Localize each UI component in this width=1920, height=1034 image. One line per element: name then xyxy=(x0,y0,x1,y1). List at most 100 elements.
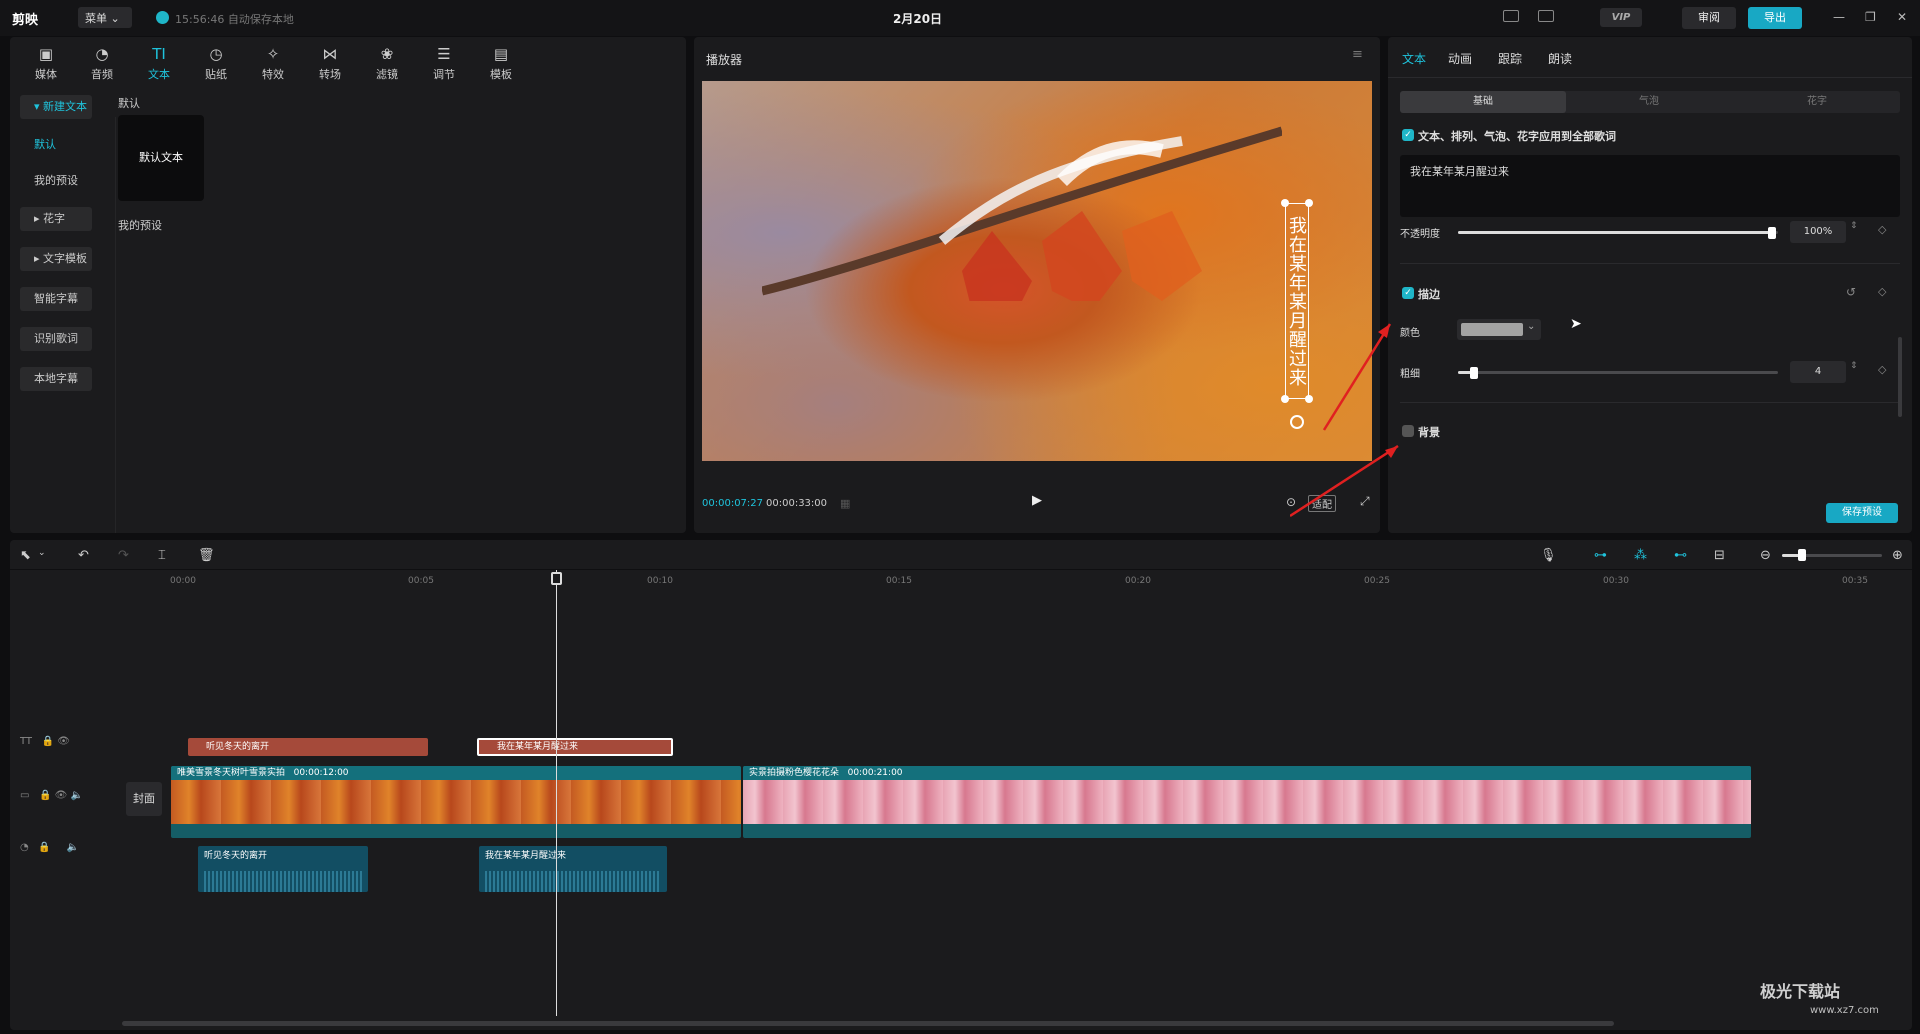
delete-icon[interactable]: 🗑 xyxy=(198,548,215,563)
clip-label: 我在某年某月醒过来 xyxy=(497,742,579,752)
zoom-slider-knob[interactable] xyxy=(1798,549,1806,561)
eye-icon[interactable]: 👁 xyxy=(55,790,68,801)
auto-snap-icon[interactable]: ⊶ xyxy=(1594,548,1607,563)
stepper-icon[interactable]: ⇕ xyxy=(1850,221,1858,231)
text-icon: TI xyxy=(152,45,166,63)
sidebar-item-lyric-recognition[interactable]: 识别歌词 xyxy=(20,327,92,351)
redo-icon[interactable]: ↷ xyxy=(118,548,129,563)
save-preset-button[interactable]: 保存预设 xyxy=(1826,503,1898,523)
segment-basic[interactable]: 基础 xyxy=(1400,91,1566,113)
tool-text[interactable]: TI 文本 xyxy=(131,45,187,82)
clip-duration: 00:00:12:00 xyxy=(293,768,349,778)
text-content-input[interactable]: 我在某年某月醒过来 xyxy=(1400,155,1900,217)
branch-image xyxy=(762,126,1282,301)
tool-sticker[interactable]: ◷ 贴纸 xyxy=(188,45,244,82)
restore-icon[interactable]: ❐ xyxy=(1865,10,1876,24)
volume-icon[interactable]: 🔈 xyxy=(67,842,79,853)
tool-template[interactable]: ▤ 模板 xyxy=(473,45,529,82)
align-icon[interactable]: ⊟ xyxy=(1714,548,1725,563)
tool-effects[interactable]: ✧ 特效 xyxy=(245,45,301,82)
playhead-handle[interactable] xyxy=(551,572,562,585)
sidebar-item-smart-subtitle[interactable]: 智能字幕 xyxy=(20,287,92,311)
keyframe-icon[interactable]: ◇ xyxy=(1878,363,1886,376)
menu-button[interactable]: 菜单 ⌄ xyxy=(78,7,132,28)
text-clip[interactable]: 听见冬天的离开 xyxy=(188,738,428,756)
lock-icon[interactable]: 🔒 xyxy=(42,736,54,747)
tool-transition[interactable]: ⋈ 转场 xyxy=(302,45,358,82)
play-button[interactable]: ▶ xyxy=(1032,493,1042,508)
tab-text[interactable]: 文本 xyxy=(1402,50,1426,67)
sidebar-item-default[interactable]: 默认 xyxy=(20,133,92,157)
tool-filter[interactable]: ❀ 滤镜 xyxy=(359,45,415,82)
vip-badge[interactable]: VIP xyxy=(1600,8,1642,27)
sidebar-item-my-presets[interactable]: 我的预设 xyxy=(20,169,92,193)
video-preview[interactable]: 我在某年某月醒过来 xyxy=(702,81,1372,461)
chevron-down-icon[interactable]: ⌄ xyxy=(38,548,46,558)
keyframe-icon[interactable]: ◇ xyxy=(1878,285,1886,298)
sidebar-item-local-subtitle[interactable]: 本地字幕 xyxy=(20,367,92,391)
time-ruler[interactable]: 00:00 00:05 00:10 00:15 00:20 00:25 00:3… xyxy=(170,570,1912,592)
timeline-toolbar: ⬉ ⌄ ↶ ↷ ⌶ 🗑 🎙 ⊶ ⁂ ⊷ ⊟ ⊖ ⊕ xyxy=(10,540,1912,570)
ruler-tick: 00:10 xyxy=(647,576,673,586)
eye-icon[interactable]: 👁 xyxy=(57,736,70,747)
timeline-panel: ⬉ ⌄ ↶ ↷ ⌶ 🗑 🎙 ⊶ ⁂ ⊷ ⊟ ⊖ ⊕ 00:00 00:05 00… xyxy=(10,540,1912,1030)
tool-audio[interactable]: ◔ 音频 xyxy=(74,45,130,82)
watermark-url: www.xz7.com xyxy=(1810,1005,1879,1016)
tool-label: 特效 xyxy=(262,68,284,81)
segment-bubble[interactable]: 气泡 xyxy=(1566,91,1732,113)
keyboard-icon[interactable] xyxy=(1503,10,1519,22)
clip-thumbnails xyxy=(743,780,1751,824)
playhead[interactable] xyxy=(556,570,557,1016)
lock-icon[interactable]: 🔒 xyxy=(39,790,51,801)
apply-all-checkbox[interactable]: ✓ xyxy=(1402,129,1414,141)
volume-icon[interactable]: 🔈 xyxy=(71,790,83,801)
lock-icon[interactable]: 🔒 xyxy=(38,842,50,853)
review-button[interactable]: 审阅 xyxy=(1682,7,1736,29)
timecode-grid-icon[interactable]: ▦ xyxy=(840,497,850,510)
thickness-slider[interactable] xyxy=(1458,371,1778,374)
zoom-in-icon[interactable]: ⊕ xyxy=(1892,548,1903,563)
ruler-tick: 00:25 xyxy=(1364,576,1390,586)
stroke-color-picker[interactable]: ⌄ xyxy=(1457,319,1541,340)
text-clip-selected[interactable]: 我在某年某月醒过来 xyxy=(477,738,673,756)
audio-clip[interactable]: 听见冬天的离开 xyxy=(198,846,368,892)
tab-tracking[interactable]: 跟踪 xyxy=(1498,50,1522,67)
zoom-out-icon[interactable]: ⊖ xyxy=(1760,548,1771,563)
clip-label: 我在某年某月醒过来 xyxy=(485,851,567,861)
close-icon[interactable]: ✕ xyxy=(1897,10,1907,24)
menu-icon[interactable]: ≡ xyxy=(1352,47,1363,62)
sidebar-item-fancy-text[interactable]: ▸ 花字 xyxy=(20,207,92,231)
preview-axis-icon[interactable]: ⊷ xyxy=(1674,548,1687,563)
reset-icon[interactable]: ↺ xyxy=(1846,285,1856,299)
tool-adjust[interactable]: ☰ 调节 xyxy=(416,45,472,82)
opacity-value-input[interactable]: 100% xyxy=(1790,221,1846,243)
default-text-tile[interactable]: 默认文本 xyxy=(118,115,204,201)
audio-clip[interactable]: 我在某年某月醒过来 xyxy=(479,846,667,892)
keyframe-icon[interactable]: ◇ xyxy=(1878,223,1886,236)
timeline-scrollbar[interactable] xyxy=(122,1021,1614,1026)
stepper-icon[interactable]: ⇕ xyxy=(1850,361,1858,371)
thickness-slider-knob[interactable] xyxy=(1470,367,1478,379)
cover-button[interactable]: 封面 xyxy=(126,782,162,816)
opacity-slider-knob[interactable] xyxy=(1768,227,1776,239)
video-clip[interactable]: 唯美雪景冬天树叶雪景实拍 00:00:12:00 xyxy=(171,766,741,838)
linkage-icon[interactable]: ⁂ xyxy=(1634,548,1647,563)
layout-icon[interactable] xyxy=(1538,10,1554,22)
export-button[interactable]: 导出 xyxy=(1748,7,1802,29)
tab-read-aloud[interactable]: 朗读 xyxy=(1548,50,1572,67)
undo-icon[interactable]: ↶ xyxy=(78,548,89,563)
select-tool-icon[interactable]: ⬉ xyxy=(20,548,31,563)
microphone-icon[interactable]: 🎙 xyxy=(1540,548,1557,563)
chevron-down-icon: ⌄ xyxy=(110,12,120,25)
video-clip[interactable]: 实景拍摄粉色樱花花朵 00:00:21:00 xyxy=(743,766,1751,838)
sidebar-item-text-template[interactable]: ▸ 文字模板 xyxy=(20,247,92,271)
segment-fancy[interactable]: 花字 xyxy=(1734,91,1900,113)
split-icon[interactable]: ⌶ xyxy=(158,548,166,563)
stroke-checkbox[interactable]: ✓ xyxy=(1402,287,1414,299)
panel-scrollbar[interactable] xyxy=(1898,337,1902,417)
sidebar-item-new-text[interactable]: ▾ 新建文本 xyxy=(20,95,92,119)
tab-animation[interactable]: 动画 xyxy=(1448,50,1472,67)
tool-media[interactable]: ▣ 媒体 xyxy=(18,45,74,82)
thickness-value-input[interactable]: 4 xyxy=(1790,361,1846,383)
minimize-icon[interactable]: — xyxy=(1833,10,1845,24)
